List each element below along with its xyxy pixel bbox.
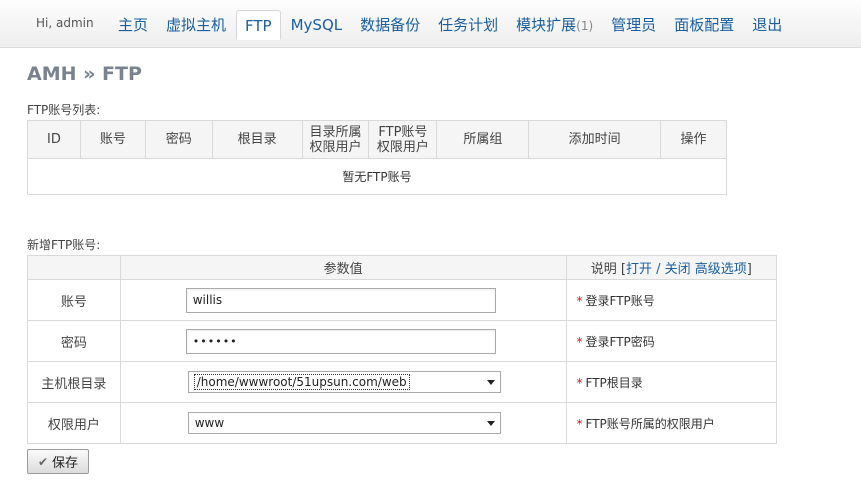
table-header-row: ID 账号 密码 根目录 目录所属 权限用户 FTP账号 权限用户 所属组 添加… <box>27 120 727 159</box>
form-header-blank <box>27 255 121 280</box>
desc-suffix: ] <box>746 262 752 277</box>
col-added-time: 添加时间 <box>528 120 662 159</box>
root-dir-select[interactable]: /home/wwwroot/51upsun.com/web <box>187 371 501 393</box>
permission-user-selected: www <box>194 416 225 430</box>
account-label: 账号 <box>27 279 121 321</box>
root-dir-desc: * FTP根目录 <box>565 361 778 403</box>
col-root-dir: 根目录 <box>211 120 303 159</box>
save-label: 保存 <box>52 456 79 471</box>
nav-home[interactable]: 主页 <box>110 10 156 40</box>
top-nav-bar: Hi, admin 主页 虚拟主机 FTP MySQL 数据备份 任务计划 模块… <box>0 0 861 48</box>
root-dir-value-cell: /home/wwwroot/51upsun.com/web <box>119 361 567 403</box>
password-desc-text: 登录FTP密码 <box>585 334 655 349</box>
root-dir-label: 主机根目录 <box>27 361 121 403</box>
nav-module-extension[interactable]: 模块扩展(1) <box>508 10 601 40</box>
empty-message: 暂无FTP账号 <box>27 158 727 195</box>
nav-data-backup[interactable]: 数据备份 <box>352 10 428 40</box>
password-input[interactable] <box>185 328 496 354</box>
root-dir-desc-text: FTP根目录 <box>585 375 643 390</box>
nav-panel-config[interactable]: 面板配置 <box>666 10 742 40</box>
chevron-down-icon <box>486 380 495 385</box>
col-password: 密码 <box>144 120 213 159</box>
col-group: 所属组 <box>436 120 530 159</box>
required-mark: * <box>576 293 583 308</box>
col-dir-owner: 目录所属 权限用户 <box>301 120 370 159</box>
required-mark: * <box>576 375 583 390</box>
form-row-permission-user: 权限用户 www * FTP账号所属的权限用户 <box>27 402 778 444</box>
ftp-account-table: ID 账号 密码 根目录 目录所属 权限用户 FTP账号 权限用户 所属组 添加… <box>27 120 727 195</box>
module-count-badge: (1) <box>576 19 594 33</box>
new-ftp-form: 参数值 说明 [打开 / 关闭 高级选项] 账号 *登录FTP账号 密码 *登录… <box>27 255 778 444</box>
account-desc-text: 登录FTP账号 <box>585 293 655 308</box>
col-account: 账号 <box>79 120 146 159</box>
form-row-root-dir: 主机根目录 /home/wwwroot/51upsun.com/web * FTP… <box>27 361 778 403</box>
required-mark: * <box>576 334 583 349</box>
account-value-cell <box>119 279 567 321</box>
nav-admin[interactable]: 管理员 <box>603 10 664 40</box>
col-id: ID <box>27 120 81 159</box>
nav-task-schedule[interactable]: 任务计划 <box>430 10 506 40</box>
form-header-value: 参数值 <box>119 255 567 280</box>
form-row-account: 账号 *登录FTP账号 <box>27 279 778 321</box>
form-header-row: 参数值 说明 [打开 / 关闭 高级选项] <box>27 255 778 280</box>
permission-user-desc-text: FTP账号所属的权限用户 <box>585 416 715 431</box>
chevron-down-icon <box>486 421 495 426</box>
form-row-password: 密码 *登录FTP密码 <box>27 320 778 362</box>
account-desc: * 登录FTP账号 <box>565 279 778 321</box>
col-ftp-user: FTP账号 权限用户 <box>368 120 438 159</box>
col-actions: 操作 <box>660 120 727 159</box>
permission-user-desc: * FTP账号所属的权限用户 <box>565 402 778 444</box>
new-ftp-label: 新增FTP账号: <box>27 238 101 252</box>
permission-user-value-cell: www <box>119 402 567 444</box>
nav-logout[interactable]: 退出 <box>744 10 790 40</box>
permission-user-select[interactable]: www <box>187 412 501 434</box>
password-value-cell <box>119 320 567 362</box>
user-greeting: Hi, admin <box>36 16 94 30</box>
form-header-desc: 说明 [打开 / 关闭 高级选项] <box>565 255 778 280</box>
password-desc: * 登录FTP密码 <box>565 320 778 362</box>
password-label: 密码 <box>27 320 121 362</box>
desc-prefix: 说明 [ <box>590 262 626 277</box>
check-icon: ✔ <box>37 454 49 469</box>
nav-virtual-host[interactable]: 虚拟主机 <box>158 10 234 40</box>
table-row: 暂无FTP账号 <box>27 158 727 195</box>
main-nav: 主页 虚拟主机 FTP MySQL 数据备份 任务计划 模块扩展(1) 管理员 … <box>110 10 792 40</box>
page-title: AMH » FTP <box>27 63 142 85</box>
permission-user-label: 权限用户 <box>27 402 121 444</box>
nav-ftp[interactable]: FTP <box>236 10 281 40</box>
ftp-list-label: FTP账号列表: <box>27 103 101 117</box>
nav-mysql[interactable]: MySQL <box>283 10 351 40</box>
nav-module-extension-label: 模块扩展 <box>516 16 577 34</box>
toggle-advanced-link[interactable]: 打开 / 关闭 高级选项 <box>626 262 747 277</box>
root-dir-selected: /home/wwwroot/51upsun.com/web <box>193 374 410 390</box>
account-input[interactable] <box>185 287 496 313</box>
required-mark: * <box>576 416 583 431</box>
save-button[interactable]: ✔ 保存 <box>27 449 89 474</box>
